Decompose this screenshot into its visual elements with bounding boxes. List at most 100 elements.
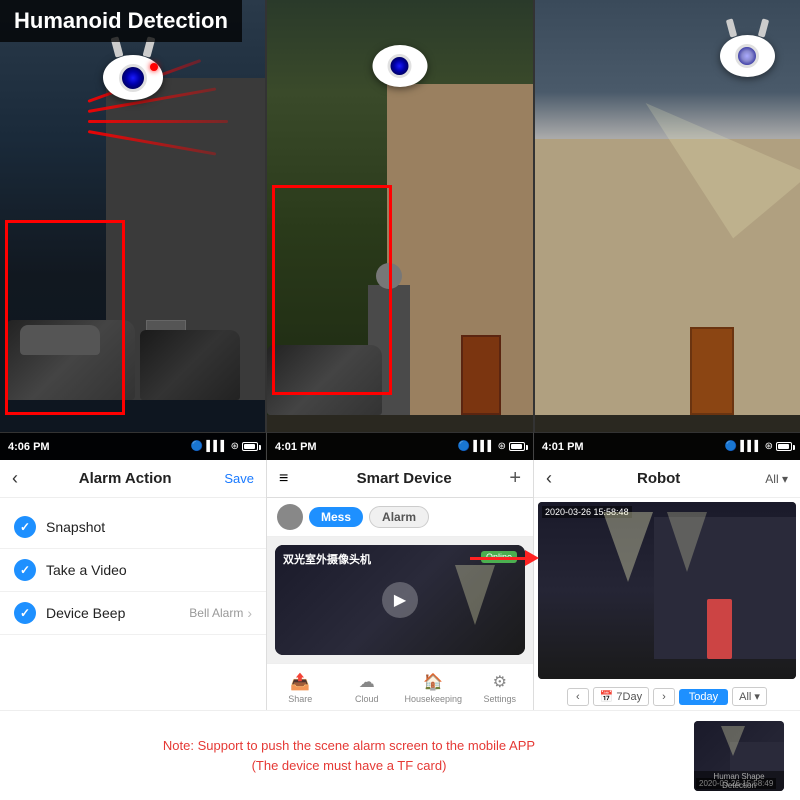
- arrow-line: [470, 557, 525, 560]
- all-filter-label: All ▾: [739, 690, 760, 703]
- status-bars-container: 4:06 PM 🔵 ▌▌▌ ⊛ 4:01 PM 🔵 ▌▌▌ ⊛ 4:01: [0, 432, 800, 460]
- date-label: 7Day: [616, 691, 642, 703]
- camera-panel-left: [0, 0, 265, 460]
- signal-icon-left: ▌▌▌: [206, 441, 227, 452]
- light-cone: [455, 565, 495, 625]
- filter-dropdown[interactable]: All ▾: [765, 472, 788, 486]
- laser-beam-4: [87, 130, 216, 156]
- cam-left-background: [0, 0, 265, 460]
- save-button[interactable]: Save: [224, 471, 254, 486]
- beep-check: [14, 602, 36, 624]
- bt-icon-right: 🔵: [725, 441, 737, 452]
- beep-label: Device Beep: [46, 605, 189, 621]
- video-label: Take a Video: [46, 562, 252, 578]
- title-text: Humanoid Detection: [14, 8, 228, 33]
- camera-body-right: [720, 35, 775, 77]
- door-mid: [461, 335, 501, 415]
- alarm-header: ‹ Alarm Action Save: [0, 460, 266, 498]
- icons-left: 🔵 ▌▌▌ ⊛: [191, 441, 258, 452]
- thumbnail: 2020-03-26 15:58:49 Human Shape Detectio…: [694, 721, 784, 791]
- status-bar-left: 4:06 PM 🔵 ▌▌▌ ⊛: [0, 432, 266, 460]
- note-section: Note: Support to push the scene alarm sc…: [0, 710, 800, 800]
- battery-icon-left: [242, 442, 258, 451]
- camera-panel-right: [533, 0, 800, 460]
- status-bar-mid: 4:01 PM 🔵 ▌▌▌ ⊛: [266, 432, 533, 460]
- robot-cam-view: 2020-03-26 15:58:48: [538, 502, 796, 679]
- play-icon: ▶: [394, 590, 406, 610]
- cam-right-background: [535, 0, 800, 460]
- alarm-title: Alarm Action: [26, 470, 224, 487]
- camera-lens-left: [119, 64, 147, 92]
- prev-page-btn[interactable]: ‹: [567, 688, 589, 706]
- next-page-btn[interactable]: ›: [653, 688, 675, 706]
- today-button[interactable]: Today: [679, 689, 728, 705]
- signal-icon-right: ▌▌▌: [740, 441, 761, 452]
- date-display: 📅 7Day: [593, 687, 649, 706]
- bar-settings[interactable]: ⚙ Settings: [467, 668, 534, 708]
- bt-icon-left: 🔵: [191, 441, 203, 452]
- tab-alarm[interactable]: Alarm: [369, 506, 429, 528]
- wifi-icon-right: ⊛: [765, 441, 773, 452]
- camera-lens-mid: [388, 54, 412, 78]
- smart-tab-bar: Mess Alarm: [267, 498, 533, 537]
- back-button-alarm[interactable]: ‹: [12, 468, 18, 489]
- option-snapshot[interactable]: Snapshot: [0, 506, 266, 549]
- house-icon: 🏠: [423, 672, 443, 692]
- all-filter[interactable]: All ▾: [732, 687, 767, 706]
- option-beep[interactable]: Device Beep Bell Alarm ›: [0, 592, 266, 635]
- add-device-button[interactable]: +: [509, 467, 521, 490]
- note-row: Note: Support to push the scene alarm sc…: [16, 721, 784, 791]
- robot-header: ‹ Robot All ▾: [534, 460, 800, 498]
- wifi-icon-mid: ⊛: [498, 441, 506, 452]
- robot-title: Robot: [552, 470, 765, 487]
- snapshot-label: Snapshot: [46, 519, 252, 535]
- room-light-1: [603, 512, 653, 582]
- option-video[interactable]: Take a Video: [0, 549, 266, 592]
- calendar-icon: 📅: [600, 690, 614, 703]
- camera-device-left: [98, 55, 168, 110]
- camera-section: Humanoid Detection: [0, 0, 800, 460]
- settings-icon: ⚙: [493, 672, 507, 692]
- red-arrow-container: [470, 550, 539, 566]
- battery-icon-right: [776, 442, 792, 451]
- room-light-2: [667, 512, 707, 572]
- smart-bottom-bar: 📤 Share ☁ Cloud 🏠 Housekeeping ⚙ Setting…: [267, 663, 533, 710]
- laser-beam-3: [88, 120, 228, 123]
- tab-mess[interactable]: Mess: [309, 507, 363, 527]
- play-button[interactable]: ▶: [382, 582, 418, 618]
- bar-cloud[interactable]: ☁ Cloud: [334, 668, 401, 708]
- cam-mid-background: [267, 0, 532, 460]
- share-label: Share: [288, 694, 312, 704]
- icons-mid: 🔵 ▌▌▌ ⊛: [458, 441, 525, 452]
- signal-icon-mid: ▌▌▌: [473, 441, 494, 452]
- robot-cam-bg: 2020-03-26 15:58:48: [538, 502, 796, 679]
- smart-menu-icon: ≡: [279, 470, 299, 488]
- panel-smart: ≡ Smart Device + Mess Alarm 双光室外摄像头机 Onl…: [267, 460, 534, 710]
- house-label: Housekeeping: [404, 694, 462, 704]
- cloud-label: Cloud: [355, 694, 379, 704]
- bar-share[interactable]: 📤 Share: [267, 668, 334, 708]
- page-title: Humanoid Detection: [0, 0, 242, 42]
- robot-content: 2020-03-26 15:58:48 ‹ 📅 7Day: [534, 498, 800, 710]
- panel-alarm: ‹ Alarm Action Save Snapshot Take a Vide…: [0, 460, 267, 710]
- camera-device-right: [715, 35, 780, 85]
- robot-pagination: ‹ 📅 7Day › Today All ▾: [534, 683, 800, 710]
- camera-red-light: [150, 63, 158, 71]
- cloud-icon: ☁: [359, 672, 375, 692]
- settings-label: Settings: [483, 694, 516, 704]
- panel-robot: ‹ Robot All ▾ 2020-03-26 15:58:48: [534, 460, 800, 710]
- video-check: [14, 559, 36, 581]
- time-right: 4:01 PM: [542, 441, 584, 453]
- laser-beams: [58, 90, 208, 250]
- share-icon: 📤: [290, 672, 310, 692]
- beep-chevron: ›: [247, 605, 252, 621]
- camera-device-mid: [367, 45, 432, 95]
- smart-title: Smart Device: [299, 470, 509, 487]
- alarm-options-list: Snapshot Take a Video Device Beep Bell A…: [0, 498, 266, 643]
- bar-housekeeping[interactable]: 🏠 Housekeeping: [400, 668, 467, 708]
- arrow-head: [525, 550, 539, 566]
- camera-panel-mid: [265, 0, 532, 460]
- panels-row: ‹ Alarm Action Save Snapshot Take a Vide…: [0, 460, 800, 710]
- time-mid: 4:01 PM: [275, 441, 317, 453]
- camera-lens-right: [735, 44, 759, 68]
